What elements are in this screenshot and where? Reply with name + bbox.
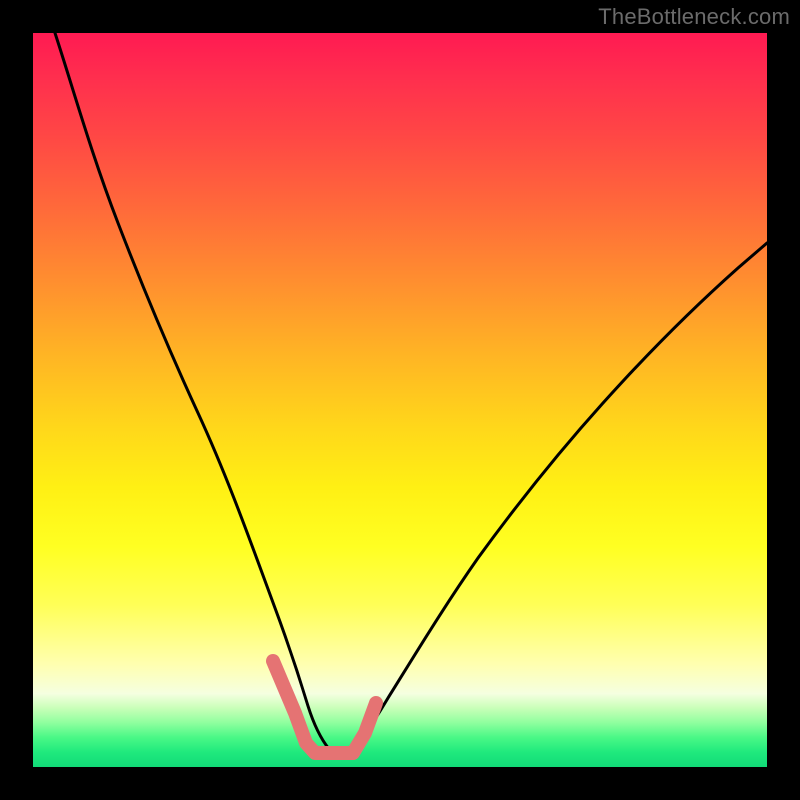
watermark-text: TheBottleneck.com — [598, 4, 790, 30]
highlight-trough — [273, 661, 376, 753]
curve-layer — [33, 33, 767, 767]
chart-frame: TheBottleneck.com — [0, 0, 800, 800]
bottleneck-curve — [55, 33, 767, 753]
plot-area — [33, 33, 767, 767]
